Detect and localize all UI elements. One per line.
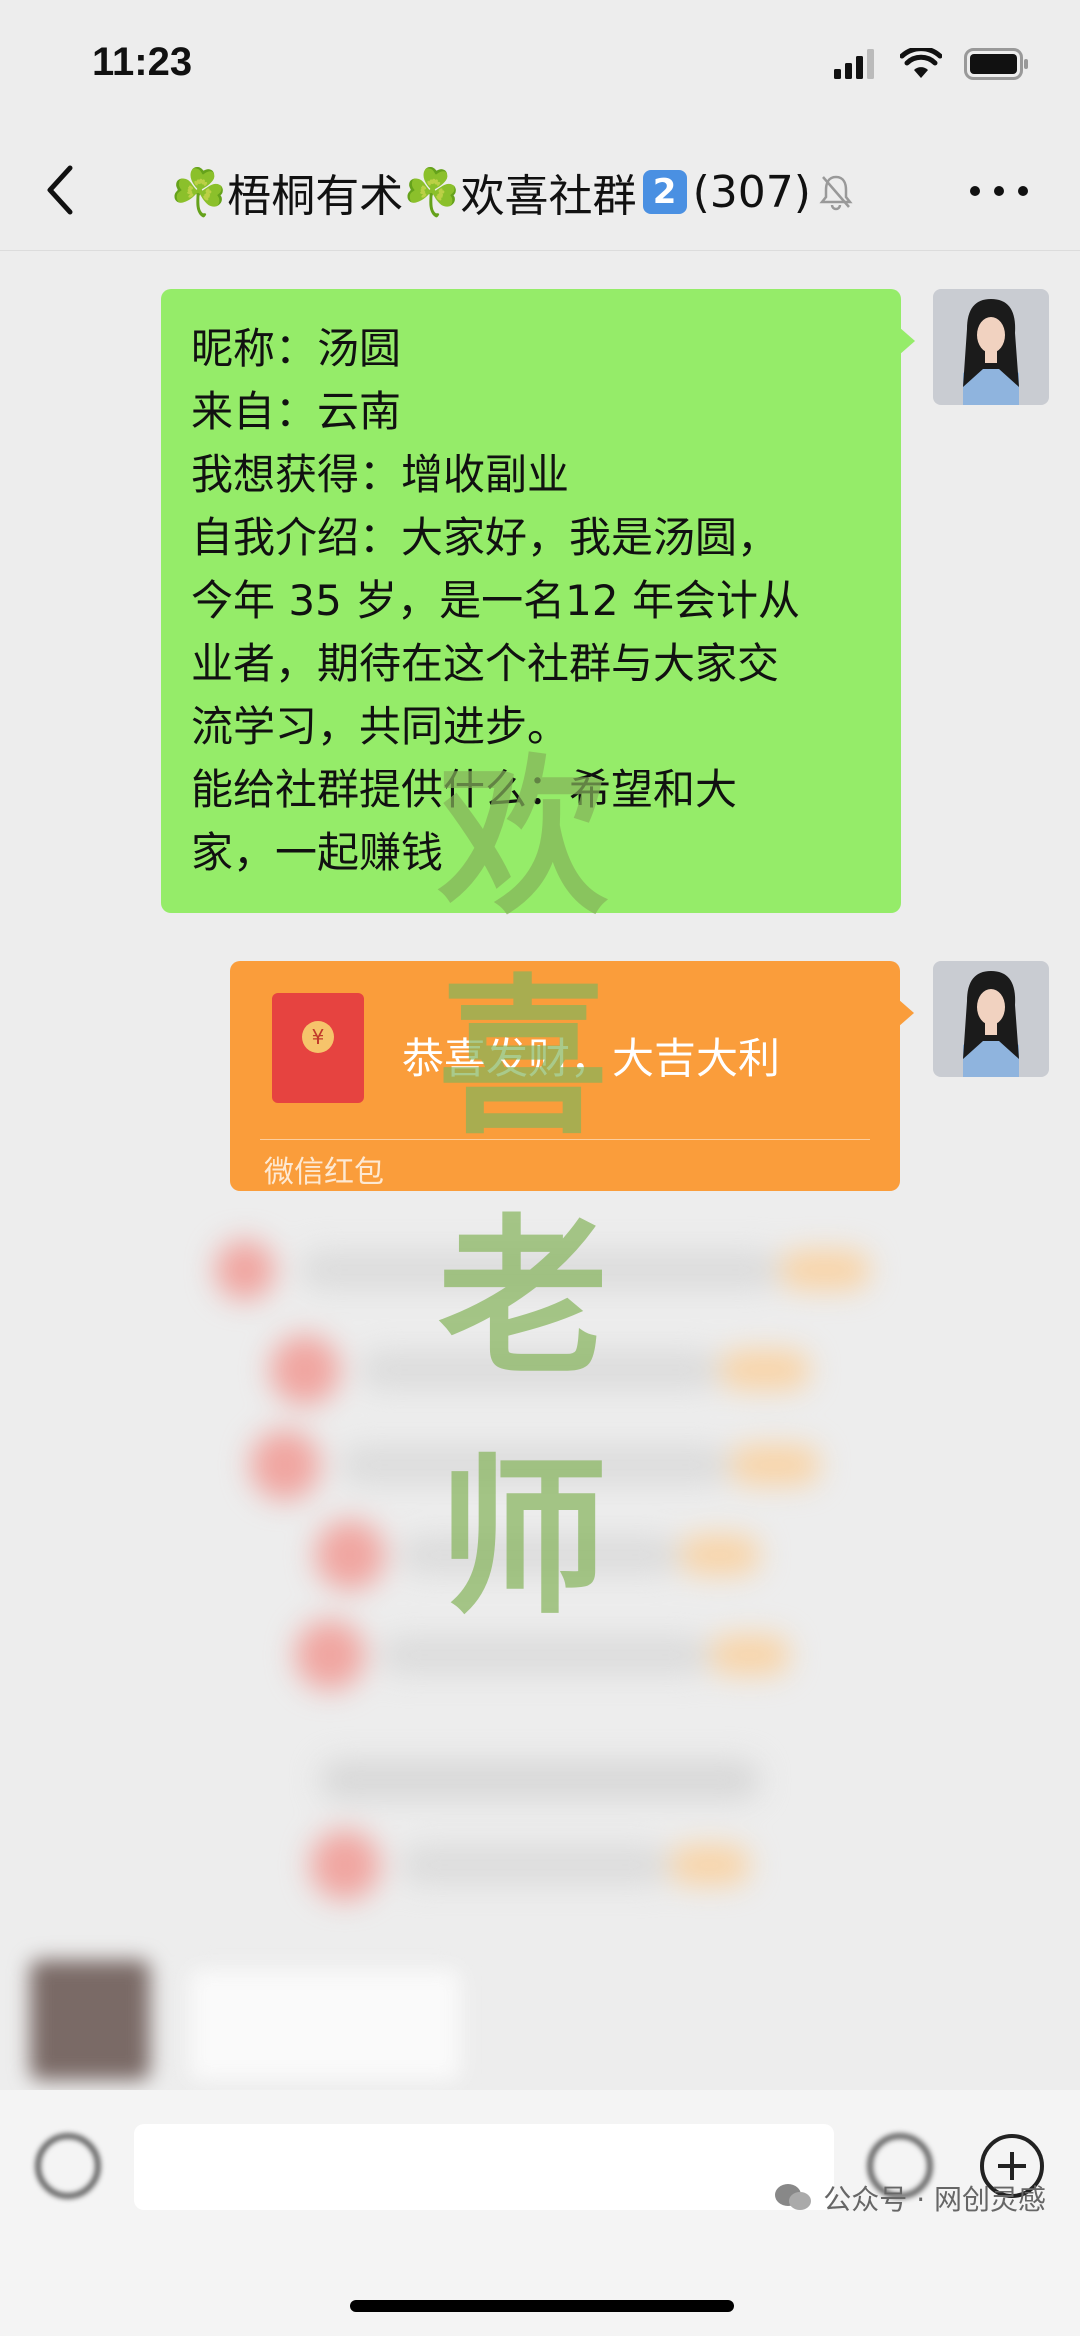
red-packet-label: 微信红包 bbox=[264, 1155, 384, 1190]
chat-title[interactable]: ☘️ 梧桐有术 ☘️ 欢喜社群 2 (307) bbox=[170, 160, 853, 224]
dot-icon bbox=[994, 186, 1004, 196]
signal-icon bbox=[834, 49, 874, 79]
title-group: 欢喜社群 bbox=[460, 171, 637, 222]
red-envelope-icon: ¥ bbox=[272, 993, 364, 1103]
bubble-tail bbox=[898, 999, 914, 1027]
watermark-char: 师 bbox=[438, 1438, 609, 1638]
status-time: 11:23 bbox=[92, 40, 193, 84]
battery-icon bbox=[964, 48, 1028, 80]
watermark-char: 喜 bbox=[438, 958, 609, 1158]
voice-icon[interactable] bbox=[36, 2134, 100, 2198]
back-chevron-icon[interactable] bbox=[40, 160, 80, 220]
clover-emoji: ☘️ bbox=[170, 164, 228, 219]
mute-bell-icon bbox=[819, 175, 853, 211]
watermark-char: 欢 bbox=[438, 738, 609, 938]
status-bar: 11:23 bbox=[0, 0, 1080, 130]
message-line: 我想获得：增收副业 bbox=[191, 450, 570, 499]
sender-avatar[interactable] bbox=[933, 289, 1049, 405]
yuan-seal-icon: ¥ bbox=[302, 1021, 334, 1053]
chat-header: ☘️ 梧桐有术 ☘️ 欢喜社群 2 (307) bbox=[0, 130, 1080, 251]
source-watermark: 公众号 · 网创灵感 bbox=[773, 2178, 1046, 2218]
message-line: 昵称：汤圆 bbox=[191, 324, 402, 373]
wifi-icon bbox=[900, 48, 942, 78]
source-label: 公众号 · 网创灵感 bbox=[823, 2183, 1046, 2216]
message-line: 今年 35 岁，是一名12 年会计从 bbox=[191, 576, 800, 625]
bubble-tail bbox=[899, 327, 915, 355]
number-badge: 2 bbox=[642, 170, 687, 214]
home-indicator[interactable] bbox=[350, 2300, 734, 2312]
dot-icon bbox=[1018, 186, 1028, 196]
title-brand: 梧桐有术 bbox=[227, 171, 404, 222]
message-line: 业者，期待在这个社群与大家交 bbox=[191, 639, 780, 688]
more-options-button[interactable] bbox=[970, 186, 1028, 196]
wechat-icon bbox=[775, 2184, 812, 2210]
clover-emoji: ☘️ bbox=[403, 164, 461, 219]
dot-icon bbox=[970, 186, 980, 196]
status-icons bbox=[834, 48, 1030, 80]
sender-avatar[interactable] bbox=[933, 961, 1049, 1077]
watermark-char: 老 bbox=[438, 1198, 609, 1398]
message-line: 自我介绍：大家好，我是汤圆， bbox=[191, 513, 780, 562]
message-line: 来自：云南 bbox=[191, 387, 402, 436]
message-input[interactable] bbox=[134, 2124, 834, 2210]
member-count: (307) bbox=[692, 166, 811, 218]
